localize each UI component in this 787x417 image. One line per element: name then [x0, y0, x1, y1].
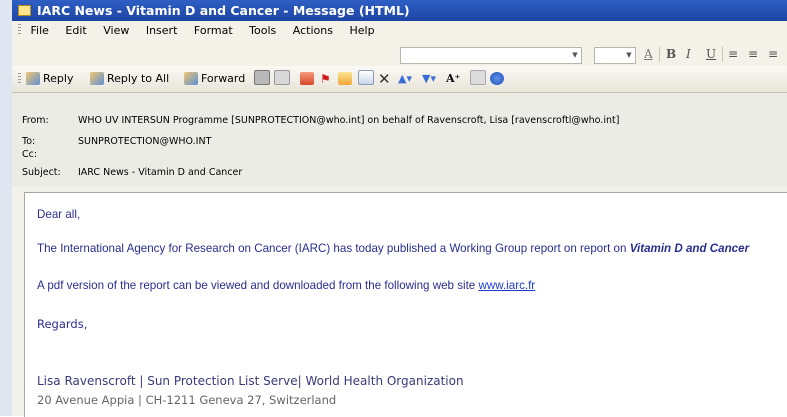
report-title: Vitamin D and Cancer — [629, 242, 750, 255]
align-center-icon[interactable]: ≡ — [748, 47, 758, 61]
arrow-down-icon: ▼▾ — [422, 72, 436, 85]
greeting: Dear all, — [37, 208, 81, 221]
standard-toolbar: Reply Reply to All Forward ⚑ ✕ ▲▾ ▼▾ A⁺ — [12, 66, 787, 93]
menu-tools[interactable]: Tools — [249, 24, 276, 37]
print-button[interactable] — [254, 70, 273, 88]
menu-insert[interactable]: Insert — [146, 24, 178, 37]
cc-row: Cc: — [22, 149, 78, 160]
help-button[interactable] — [490, 70, 507, 88]
previous-item-button[interactable]: ▲▾ — [398, 70, 412, 88]
flag-button[interactable]: ⚑ — [320, 70, 331, 88]
forward-label: Forward — [201, 72, 246, 85]
menu-bar: File Edit View Insert Format Tools Actio… — [12, 21, 787, 41]
signature-line: Lisa Ravenscroft | Sun Protection List S… — [37, 374, 464, 388]
toolbar-grip — [18, 73, 21, 85]
reply-all-icon — [90, 72, 104, 85]
menu-view[interactable]: View — [103, 24, 129, 37]
categorize-icon — [338, 72, 352, 85]
paragraph-pdf: A pdf version of the report can be viewe… — [37, 279, 535, 292]
signature-address: 20 Avenue Appia | CH-1211 Geneva 27, Swi… — [37, 393, 337, 407]
underline-button[interactable]: U — [706, 47, 716, 61]
closing: Regards, — [37, 317, 88, 331]
arrow-up-icon: ▲▾ — [398, 72, 412, 85]
menu-file[interactable]: File — [31, 24, 49, 37]
reply-label: Reply — [43, 72, 74, 85]
message-window: IARC News - Vitamin D and Cancer - Messa… — [12, 0, 787, 417]
separator — [722, 47, 723, 62]
align-right-icon[interactable]: ≡ — [768, 47, 778, 61]
move-button[interactable] — [358, 70, 377, 88]
folder-move-icon — [300, 72, 314, 85]
message-body[interactable]: Dear all, The International Agency for R… — [24, 192, 787, 417]
italic-button[interactable]: I — [686, 47, 691, 61]
align-left-icon[interactable]: ≡ — [728, 47, 738, 61]
chevron-down-icon: ▼ — [572, 51, 578, 59]
to-row: To: SUNPROTECTION@WHO.INT — [22, 136, 211, 147]
title-bar: IARC News - Vitamin D and Cancer - Messa… — [12, 0, 787, 21]
font-size-select[interactable]: ▼ — [594, 47, 636, 64]
forward-button[interactable]: Forward — [184, 70, 245, 88]
copy-icon — [274, 70, 290, 85]
encoding-button[interactable] — [470, 70, 489, 88]
delete-icon: ✕ — [378, 70, 391, 88]
paragraph-report-text: The International Agency for Research on… — [37, 242, 630, 255]
cc-label: Cc: — [22, 149, 38, 160]
envelope-icon — [18, 5, 31, 16]
font-color-icon[interactable]: A — [644, 47, 653, 61]
menu-help[interactable]: Help — [349, 24, 374, 37]
window-title: IARC News - Vitamin D and Cancer - Messa… — [37, 3, 410, 18]
reply-all-label: Reply to All — [107, 72, 170, 85]
formatting-toolbar: ▼ ▼ A B I U ≡ ≡ ≡ — [12, 41, 787, 66]
reply-icon — [26, 72, 40, 85]
next-item-button[interactable]: ▼▾ — [422, 70, 436, 88]
font-size-icon: A⁺ — [446, 72, 461, 85]
reply-button[interactable]: Reply — [26, 70, 73, 88]
encoding-icon — [470, 70, 486, 85]
to-label: To: — [22, 136, 36, 147]
move-icon — [358, 70, 374, 85]
bold-button[interactable]: B — [666, 47, 676, 61]
forward-icon — [184, 72, 198, 85]
desktop-background — [0, 0, 12, 416]
from-label: From: — [22, 115, 49, 126]
from-row: From: WHO UV INTERSUN Programme [SUNPROTE… — [22, 115, 619, 126]
help-icon — [490, 72, 504, 85]
move-to-folder-button[interactable] — [300, 70, 317, 88]
toolbar-grip — [18, 24, 21, 36]
font-size-grow-button[interactable]: A⁺ — [446, 70, 460, 88]
chevron-down-icon: ▼ — [626, 51, 632, 59]
iarc-link[interactable]: www.iarc.fr — [478, 279, 535, 292]
copy-button[interactable] — [274, 70, 293, 88]
flag-icon: ⚑ — [320, 72, 331, 86]
print-icon — [254, 70, 270, 85]
delete-button[interactable]: ✕ — [378, 70, 391, 88]
subject-row: Subject: IARC News - Vitamin D and Cancer — [22, 167, 242, 178]
subject-value: IARC News - Vitamin D and Cancer — [78, 167, 243, 178]
font-select[interactable]: ▼ — [400, 47, 582, 64]
reply-all-button[interactable]: Reply to All — [90, 70, 169, 88]
separator — [659, 47, 660, 62]
subject-label: Subject: — [22, 167, 61, 178]
menu-edit[interactable]: Edit — [65, 24, 86, 37]
menu-actions[interactable]: Actions — [293, 24, 333, 37]
message-header: From: WHO UV INTERSUN Programme [SUNPROTE… — [12, 93, 787, 186]
categorize-button[interactable] — [338, 70, 355, 88]
to-value[interactable]: SUNPROTECTION@WHO.INT — [78, 136, 211, 147]
paragraph-report: The International Agency for Research on… — [37, 242, 749, 255]
paragraph-pdf-text: A pdf version of the report can be viewe… — [37, 279, 479, 292]
menu-format[interactable]: Format — [194, 24, 233, 37]
from-value[interactable]: WHO UV INTERSUN Programme [SUNPROTECTION… — [78, 115, 619, 126]
